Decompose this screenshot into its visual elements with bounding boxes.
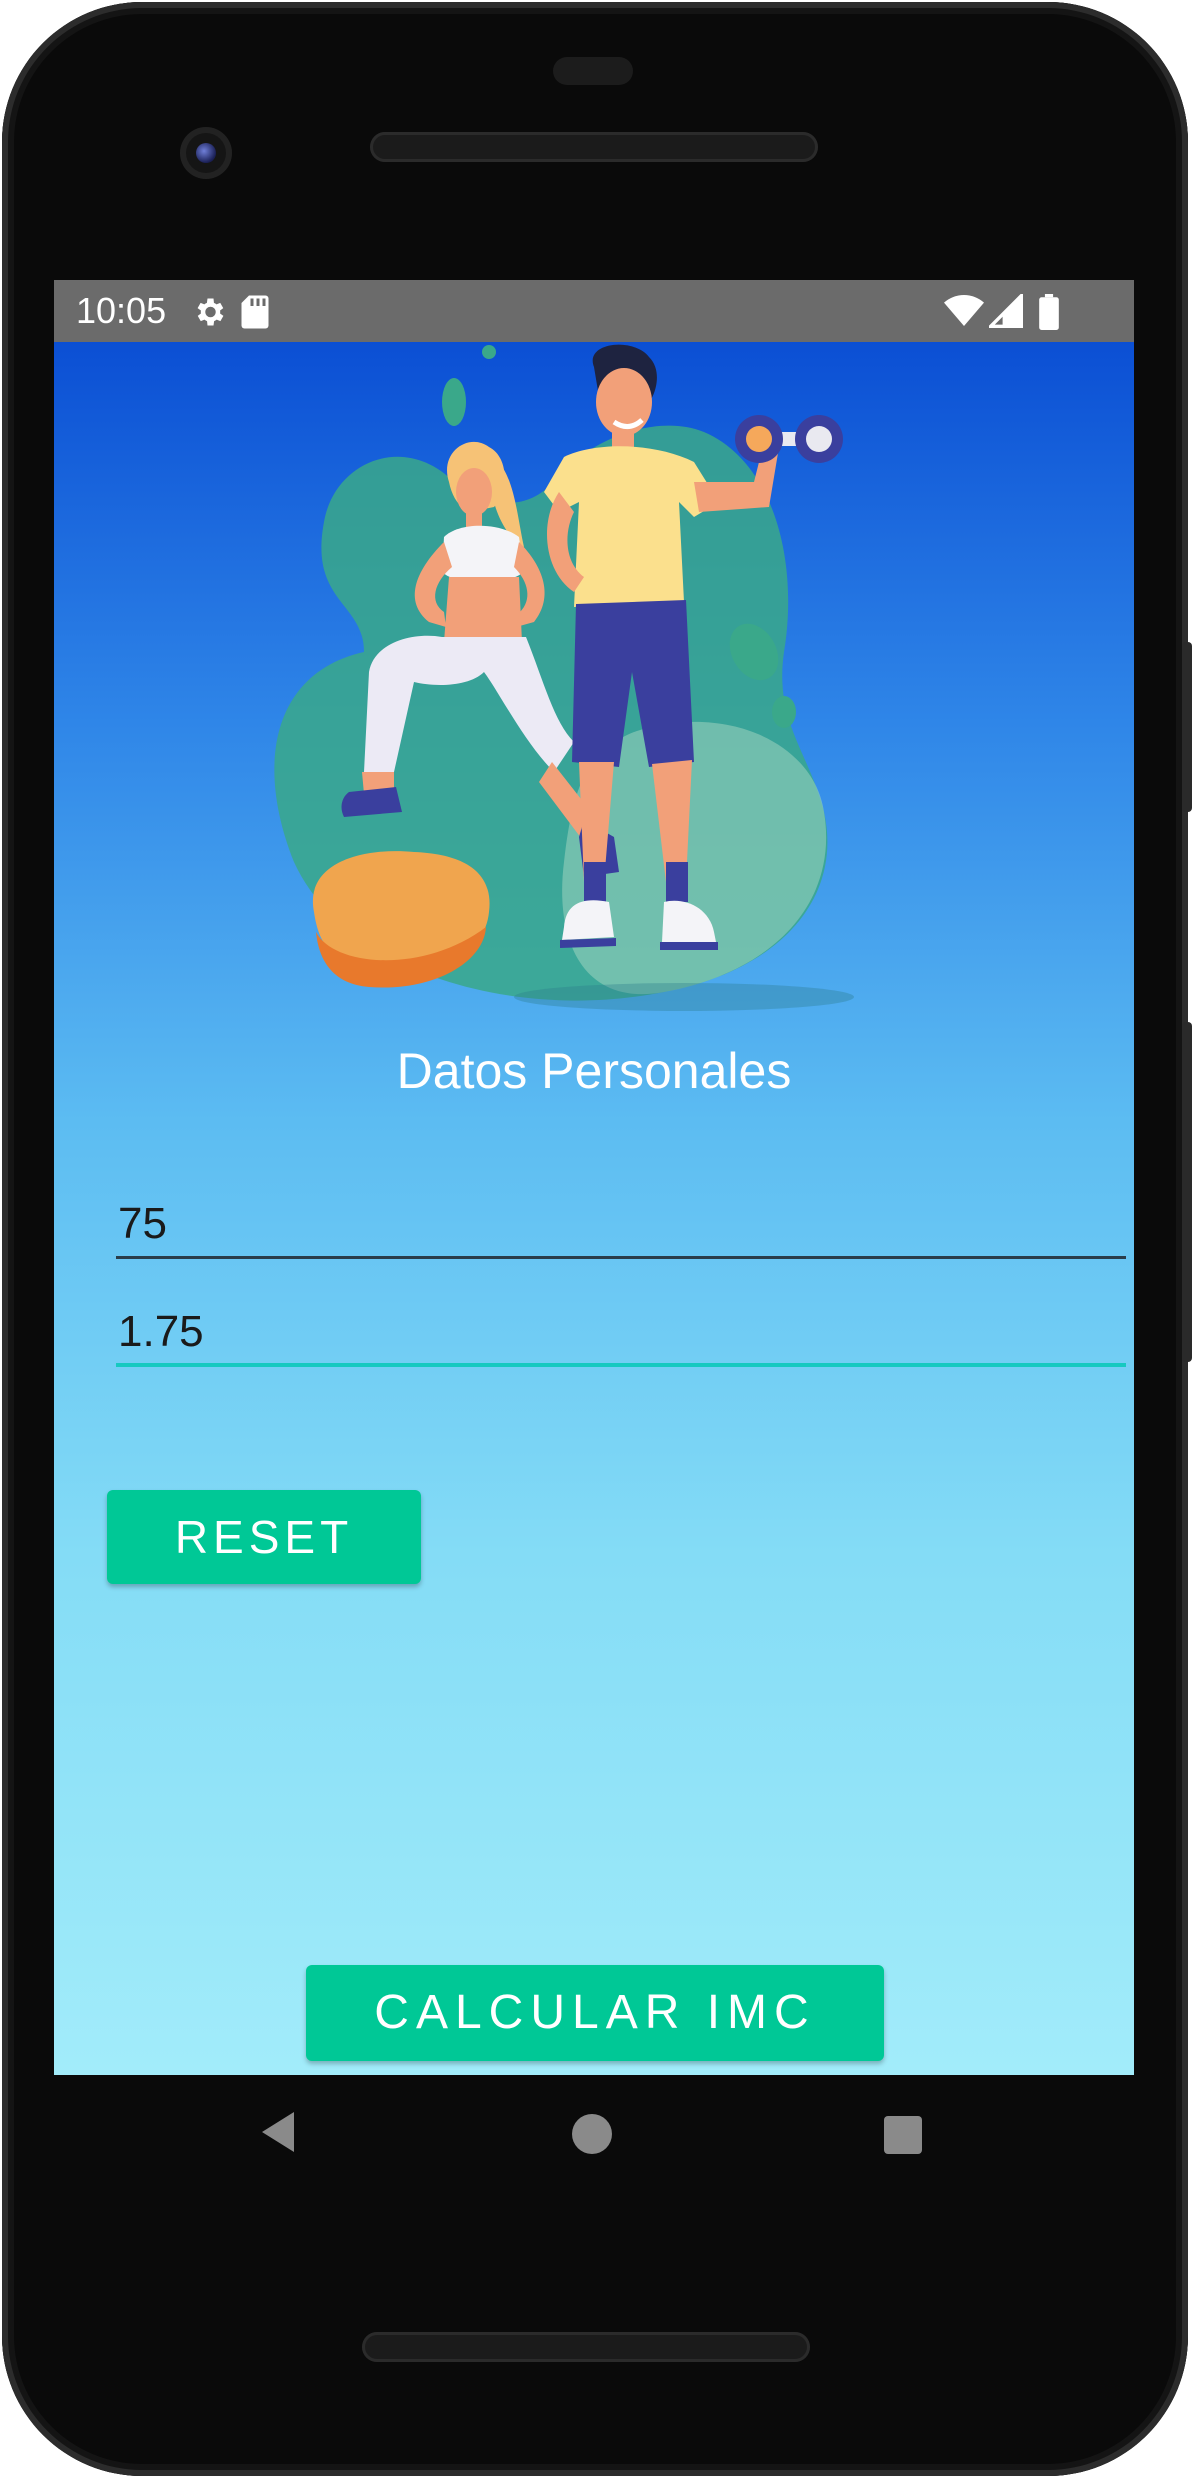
volume-button bbox=[1182, 1022, 1192, 1362]
weight-input-underline bbox=[116, 1256, 1126, 1259]
status-bar: 10:05 bbox=[54, 280, 1134, 342]
imc-app-screen: Datos Personales 75 1.75 RESET CALCULAR … bbox=[54, 342, 1134, 2075]
nav-home-icon[interactable] bbox=[572, 2114, 612, 2154]
wifi-icon bbox=[944, 294, 984, 333]
nav-back-icon[interactable] bbox=[260, 2110, 296, 2154]
reset-button[interactable]: RESET bbox=[107, 1490, 421, 1584]
height-input[interactable]: 1.75 bbox=[116, 1267, 1126, 1367]
earpiece-speaker bbox=[370, 132, 818, 162]
weight-input[interactable]: 75 bbox=[116, 1157, 1126, 1259]
battery-icon bbox=[1038, 294, 1060, 335]
cell-signal-icon bbox=[986, 291, 1023, 333]
height-input-value: 1.75 bbox=[118, 1307, 204, 1356]
fitness-illustration bbox=[274, 344, 854, 1011]
bottom-speaker bbox=[362, 2332, 810, 2362]
page-title: Datos Personales bbox=[396, 1043, 792, 1099]
phone-frame: 10:05 Datos Personales 75 1.75 RESET CAL… bbox=[2, 2, 1192, 2476]
settings-icon bbox=[191, 294, 227, 335]
sd-card-icon bbox=[240, 294, 270, 335]
device-screen: 10:05 Datos Personales 75 1.75 RESET CAL… bbox=[54, 280, 1134, 2075]
height-input-underline bbox=[116, 1363, 1126, 1367]
power-button bbox=[1182, 642, 1192, 812]
calcular-imc-button[interactable]: CALCULAR IMC bbox=[306, 1965, 884, 2061]
sensor-slot bbox=[553, 57, 633, 85]
nav-recents-icon[interactable] bbox=[884, 2116, 922, 2154]
dumbbell-graphic bbox=[735, 415, 843, 463]
status-time: 10:05 bbox=[76, 290, 167, 331]
front-camera bbox=[180, 127, 232, 179]
weight-input-value: 75 bbox=[118, 1199, 167, 1248]
